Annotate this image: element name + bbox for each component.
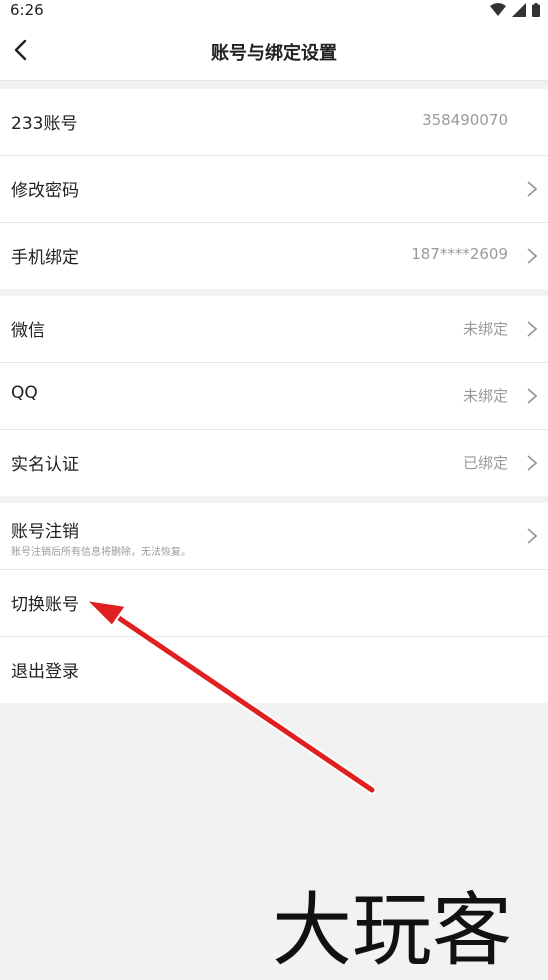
row-change-password[interactable]: 修改密码: [0, 156, 548, 223]
row-logout[interactable]: 退出登录: [0, 637, 548, 703]
chevron-right-icon: [527, 528, 538, 544]
watermark-logo: 大玩客: [272, 884, 512, 970]
switch-account-label: 切换账号: [11, 595, 79, 615]
chevron-right-icon: [527, 455, 538, 471]
chevron-right-icon: [527, 388, 538, 404]
watermark-text: 大玩客: [272, 884, 512, 970]
qq-label: QQ: [11, 383, 38, 403]
status-bar: 6:26: [0, 0, 548, 22]
nav-bar: 账号与绑定设置: [0, 22, 548, 81]
delete-account-label: 账号注销: [11, 522, 79, 542]
row-real-name[interactable]: 实名认证 已绑定: [0, 430, 548, 496]
delete-account-subtitle: 账号注销后所有信息将删除，无法恢复。: [11, 547, 191, 558]
battery-icon: [532, 3, 540, 17]
qq-status: 未绑定: [462, 387, 508, 405]
row-account-id: 233账号 358490070: [0, 89, 548, 156]
page-title: 账号与绑定设置: [211, 43, 337, 64]
wechat-status: 未绑定: [462, 320, 508, 338]
account-id-value: 358490070: [422, 111, 508, 129]
chevron-right-icon: [527, 321, 538, 337]
wifi-icon: [490, 3, 506, 16]
row-wechat[interactable]: 微信 未绑定: [0, 296, 548, 363]
wechat-label: 微信: [11, 321, 45, 341]
chevron-right-icon: [527, 248, 538, 264]
account-group: 233账号 358490070 修改密码 手机绑定 187****2609: [0, 89, 548, 289]
row-delete-account[interactable]: 账号注销 账号注销后所有信息将删除，无法恢复。: [0, 503, 548, 570]
binding-group: 微信 未绑定 QQ 未绑定 实名认证 已绑定: [0, 296, 548, 496]
real-name-status: 已绑定: [462, 454, 508, 472]
phone-binding-label: 手机绑定: [11, 248, 79, 268]
signal-icon: [512, 3, 526, 17]
row-phone-binding[interactable]: 手机绑定 187****2609: [0, 223, 548, 289]
status-icons: [490, 3, 540, 17]
status-time: 6:26: [10, 1, 44, 19]
account-actions-group: 账号注销 账号注销后所有信息将删除，无法恢复。 切换账号 退出登录: [0, 503, 548, 703]
real-name-label: 实名认证: [11, 455, 79, 475]
row-qq[interactable]: QQ 未绑定: [0, 363, 548, 430]
change-password-label: 修改密码: [11, 181, 79, 201]
logout-label: 退出登录: [11, 662, 79, 682]
row-switch-account[interactable]: 切换账号: [0, 570, 548, 637]
phone-binding-value: 187****2609: [411, 245, 508, 263]
chevron-right-icon: [527, 181, 538, 197]
account-id-label: 233账号: [11, 114, 78, 134]
